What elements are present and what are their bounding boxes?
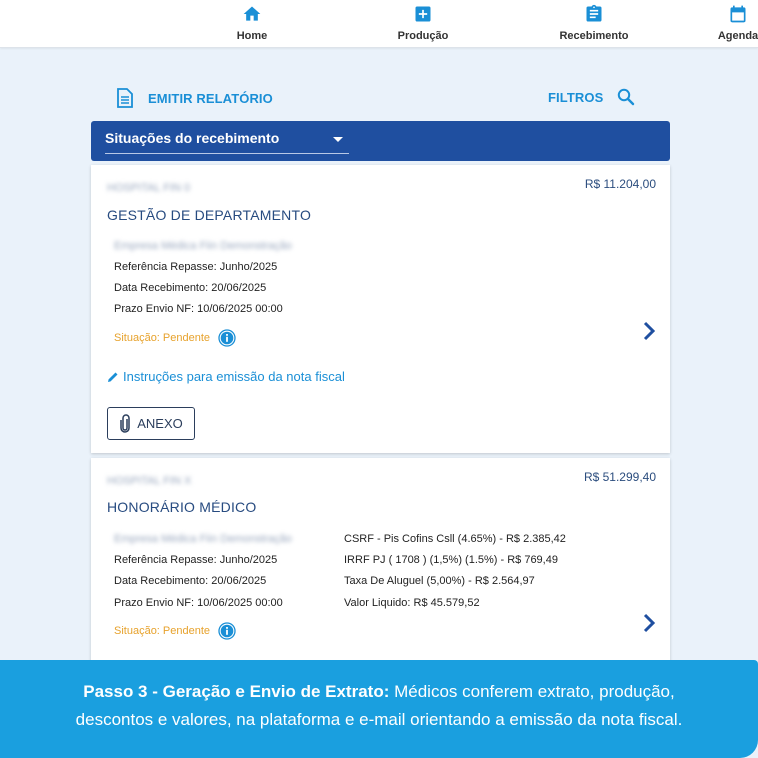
nav-label-agenda: Agenda — [717, 30, 758, 42]
card-title: HONORÁRIO MÉDICO — [107, 499, 257, 515]
hospital-name: HOSPITAL FIN X — [107, 475, 192, 487]
document-icon — [117, 88, 133, 108]
info-icon[interactable] — [218, 622, 236, 640]
plus-box-icon — [415, 6, 431, 22]
card-title: GESTÃO DE DEPARTAMENTO — [107, 207, 312, 223]
reference-text: Referência Repasse: Junho/2025 — [114, 554, 278, 566]
status-label: Situação: Pendente — [114, 625, 211, 637]
status-select-value: Situações do recebimento — [105, 130, 280, 146]
deadline-text: Prazo Envio NF: 10/06/2025 00:00 — [114, 303, 283, 315]
attachment-label: ANEXO — [137, 416, 183, 431]
deduction-line: Taxa De Aluguel (5,00%) - R$ 2.564,97 — [344, 575, 535, 587]
chevron-right-icon[interactable] — [642, 612, 656, 634]
receipt-date-text: Data Recebimento: 20/06/2025 — [114, 282, 267, 294]
deadline-text: Prazo Envio NF: 10/06/2025 00:00 — [114, 597, 283, 609]
banner-heading: Passo 3 - Geração e Envio de Extrato: — [83, 682, 390, 701]
nav-label-recebimento: Recebimento — [559, 30, 629, 42]
banner-text-1: Médicos conferem extrato, produção, — [389, 682, 675, 701]
status-filter-bar: Situações do recebimento — [91, 121, 670, 161]
net-value-line: Valor Liquido: R$ 45.579,52 — [344, 597, 480, 609]
nav-item-agenda[interactable]: Agenda — [698, 4, 758, 44]
banner-line-2: descontos e valores, na plataforma e e-m… — [75, 710, 683, 729]
deduction-line: IRRF PJ ( 1708 ) (1,5%) (1.5%) - R$ 769,… — [344, 554, 558, 566]
nav-item-recebimento[interactable]: Recebimento — [534, 4, 654, 44]
banner-line-1: Passo 3 - Geração e Envio de Extrato: Mé… — [0, 678, 758, 706]
nav-label-home: Home — [236, 30, 268, 42]
chevron-right-icon[interactable] — [642, 320, 656, 342]
card-amount: R$ 51.299,40 — [583, 470, 656, 484]
step-banner: Passo 3 - Geração e Envio de Extrato: Mé… — [0, 660, 758, 758]
caret-down-icon — [333, 137, 343, 142]
card-amount: R$ 11.204,00 — [584, 177, 656, 191]
home-icon — [243, 6, 261, 21]
nav-label-producao: Produção — [397, 30, 449, 42]
company-name: Empresa Médica Fiin Demonstração — [114, 533, 292, 545]
top-navigation: Home Produção Recebimento Agenda — [0, 0, 758, 48]
status-select[interactable]: Situações do recebimento — [105, 130, 349, 154]
status-text: Situação: Pendente — [114, 622, 236, 640]
nav-item-producao[interactable]: Produção — [363, 4, 483, 44]
status-text: Situação: Pendente — [114, 329, 236, 347]
attachment-button[interactable]: ANEXO — [107, 407, 195, 440]
nav-item-home[interactable]: Home — [192, 4, 312, 44]
company-name: Empresa Médica Fiin Demonstração — [114, 240, 292, 252]
pencil-icon — [108, 372, 118, 382]
deduction-line: CSRF - Pis Cofins Csll (4.65%) - R$ 2.38… — [344, 533, 566, 545]
hospital-name: HOSPITAL FIN 0 — [107, 182, 191, 194]
filters-label: FILTROS — [548, 89, 604, 105]
search-icon — [618, 88, 635, 106]
calendar-icon — [730, 5, 746, 23]
emit-report-label: EMITIR RELATÓRIO — [148, 90, 273, 106]
filters-button[interactable]: FILTROS — [548, 88, 635, 106]
invoice-instructions-link[interactable]: Instruções para emissão da nota fiscal — [107, 369, 345, 384]
instructions-label: Instruções para emissão da nota fiscal — [123, 369, 345, 384]
clipboard-icon — [586, 4, 602, 22]
paperclip-icon — [120, 413, 130, 433]
info-icon[interactable] — [218, 329, 236, 347]
receipt-date-text: Data Recebimento: 20/06/2025 — [114, 575, 267, 587]
receipt-card[interactable]: HOSPITAL FIN X R$ 51.299,40 HONORÁRIO MÉ… — [91, 458, 670, 668]
status-label: Situação: Pendente — [114, 332, 211, 344]
reference-text: Referência Repasse: Junho/2025 — [114, 261, 278, 273]
emit-report-button[interactable]: EMITIR RELATÓRIO — [116, 88, 273, 108]
receipt-card[interactable]: HOSPITAL FIN 0 R$ 11.204,00 GESTÃO DE DE… — [91, 165, 670, 453]
